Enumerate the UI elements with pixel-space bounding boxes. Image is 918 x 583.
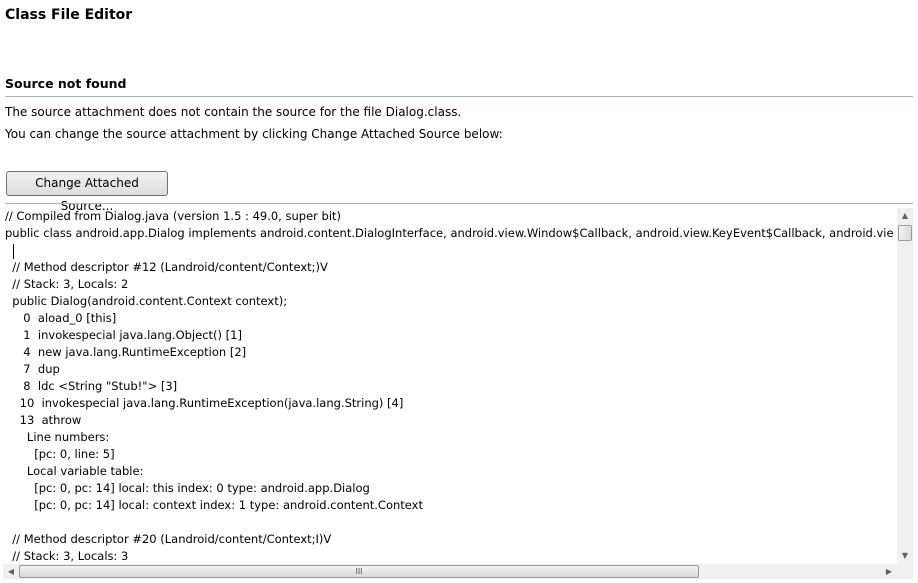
horizontal-scrollbar[interactable]: ◀ III ▶ [3, 564, 897, 579]
scrollbar-corner [897, 564, 913, 579]
heading-divider [5, 96, 913, 97]
scroll-grip-icon: III [355, 567, 363, 576]
button-divider [5, 203, 913, 204]
code-line: 8 ldc <String "Stub!"> [3] [5, 379, 178, 393]
scroll-up-icon[interactable]: ▲ [897, 208, 913, 224]
message-line-1: The source attachment does not contain t… [5, 105, 462, 119]
code-line: // Stack: 3, Locals: 3 [5, 549, 129, 563]
code-line: // Method descriptor #20 (Landroid/conte… [5, 532, 332, 546]
scroll-right-icon[interactable]: ▶ [881, 564, 897, 579]
section-heading: Source not found [5, 76, 127, 91]
page-title: Class File Editor [5, 7, 133, 23]
change-attached-source-button[interactable]: Change Attached Source... [6, 171, 168, 213]
code-line: 4 new java.lang.RuntimeException [2] [5, 345, 247, 359]
text-caret [13, 244, 14, 259]
vertical-scroll-thumb[interactable] [898, 225, 912, 241]
code-line: 10 invokespecial java.lang.RuntimeExcept… [5, 396, 404, 410]
code-line: // Method descriptor #12 (Landroid/conte… [5, 260, 328, 274]
horizontal-scroll-thumb[interactable]: III [19, 565, 699, 578]
code-line: Local variable table: [5, 464, 144, 478]
code-line: 0 aload_0 [this] [5, 311, 117, 325]
code-line: Line numbers: [5, 430, 110, 444]
code-line: public Dialog(android.content.Context co… [5, 294, 288, 308]
code-line: 13 athrow [5, 413, 82, 427]
code-line: public class android.app.Dialog implemen… [5, 226, 894, 240]
code-line: 7 dup [5, 362, 60, 376]
scroll-down-icon[interactable]: ▼ [897, 548, 913, 564]
code-line: [pc: 0, pc: 14] local: this index: 0 typ… [5, 481, 370, 495]
scroll-left-icon[interactable]: ◀ [3, 564, 19, 579]
code-line: 1 invokespecial java.lang.Object() [1] [5, 328, 242, 342]
code-line: // Stack: 3, Locals: 2 [5, 277, 129, 291]
bytecode-viewer[interactable]: // Compiled from Dialog.java (version 1.… [3, 208, 913, 579]
code-line: [pc: 0, pc: 14] local: context index: 1 … [5, 498, 423, 512]
vertical-scrollbar[interactable]: ▲ ▼ [897, 208, 913, 564]
message-line-2: You can change the source attachment by … [5, 127, 503, 141]
bytecode-text-area[interactable]: // Compiled from Dialog.java (version 1.… [5, 208, 897, 564]
code-line: [pc: 0, line: 5] [5, 447, 115, 461]
code-line: // Compiled from Dialog.java (version 1.… [5, 209, 342, 223]
